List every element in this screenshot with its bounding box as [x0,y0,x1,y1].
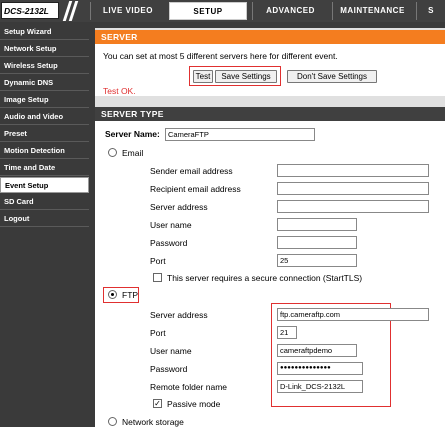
sidebar-item-network-setup[interactable]: Network Setup [0,41,89,57]
sender-email-input[interactable] [277,164,429,177]
server-type-title: SERVER TYPE [95,107,445,121]
ftp-password-label: Password [150,364,188,374]
email-radio[interactable] [108,148,117,157]
network-storage-label: Network storage [122,417,184,427]
test-button[interactable]: Test [193,70,213,83]
tab-maintenance[interactable]: MAINTENANCE [332,2,412,20]
ftp-server-address-input[interactable]: ftp.cameraftp.com [277,308,429,321]
main-content: SERVER You can set at most 5 different s… [95,28,445,427]
sidebar-item-event-setup[interactable]: Event Setup [0,177,89,193]
save-settings-button[interactable]: Save Settings [215,70,277,83]
recipient-email-input[interactable] [277,182,429,195]
email-password-input[interactable] [277,236,357,249]
tab-status[interactable]: S [416,2,445,20]
top-nav-bar: DCS-2132L LIVE VIDEO SETUP ADVANCED MAIN… [0,0,445,22]
ftp-label: FTP [122,290,139,300]
sidebar-item-time-date[interactable]: Time and Date [0,160,89,176]
server-panel-description: You can set at most 5 different servers … [103,51,338,61]
tab-setup[interactable]: SETUP [169,2,247,20]
email-server-address-input[interactable] [277,200,429,213]
passive-mode-label: Passive mode [167,399,221,409]
recipient-email-label: Recipient email address [150,184,241,194]
ftp-remote-folder-input[interactable]: D-Link_DCS-2132L [277,380,363,393]
ftp-user-name-input[interactable]: cameraftpdemo [277,344,357,357]
email-password-label: Password [150,238,188,248]
ftp-server-address-label: Server address [150,310,208,320]
ftp-port-input[interactable]: 21 [277,326,297,339]
starttls-label: This server requires a secure connection… [167,273,363,283]
server-type-panel: SERVER TYPE Server Name: CameraFTP Email… [95,107,445,427]
ftp-radio[interactable] [108,290,117,299]
starttls-checkbox[interactable] [153,273,162,282]
ftp-port-label: Port [150,328,166,338]
email-server-address-label: Server address [150,202,208,212]
sidebar-item-motion-detection[interactable]: Motion Detection [0,143,89,159]
sidebar-item-dynamic-dns[interactable]: Dynamic DNS [0,75,89,91]
server-panel: SERVER You can set at most 5 different s… [95,30,445,96]
server-name-label: Server Name: [105,129,160,139]
test-status-text: Test OK. [103,86,136,96]
dont-save-settings-button[interactable]: Don't Save Settings [287,70,377,83]
email-user-name-input[interactable] [277,218,357,231]
email-port-input[interactable]: 25 [277,254,357,267]
ftp-user-name-label: User name [150,346,192,356]
sidebar-item-sd-card[interactable]: SD Card [0,194,89,210]
sidebar: Setup Wizard Network Setup Wireless Setu… [0,24,89,427]
server-name-input[interactable]: CameraFTP [165,128,315,141]
sidebar-item-audio-video[interactable]: Audio and Video [0,109,89,125]
sidebar-item-logout[interactable]: Logout [0,211,89,227]
ftp-password-input[interactable]: ●●●●●●●●●●●●●● [277,362,363,375]
email-label: Email [122,148,144,158]
passive-mode-checkbox[interactable]: ✓ [153,399,162,408]
network-storage-radio[interactable] [108,417,117,426]
server-panel-title: SERVER [95,30,445,44]
sidebar-item-wireless-setup[interactable]: Wireless Setup [0,58,89,74]
tab-advanced[interactable]: ADVANCED [252,2,328,20]
sender-email-label: Sender email address [150,166,233,176]
email-user-name-label: User name [150,220,192,230]
camera-model-logo: DCS-2132L [1,2,59,19]
sidebar-item-preset[interactable]: Preset [0,126,89,142]
sidebar-item-image-setup[interactable]: Image Setup [0,92,89,108]
ftp-remote-folder-label: Remote folder name [150,382,228,392]
tab-live-video[interactable]: LIVE VIDEO [90,2,165,20]
email-port-label: Port [150,256,166,266]
sidebar-item-setup-wizard[interactable]: Setup Wizard [0,24,89,40]
